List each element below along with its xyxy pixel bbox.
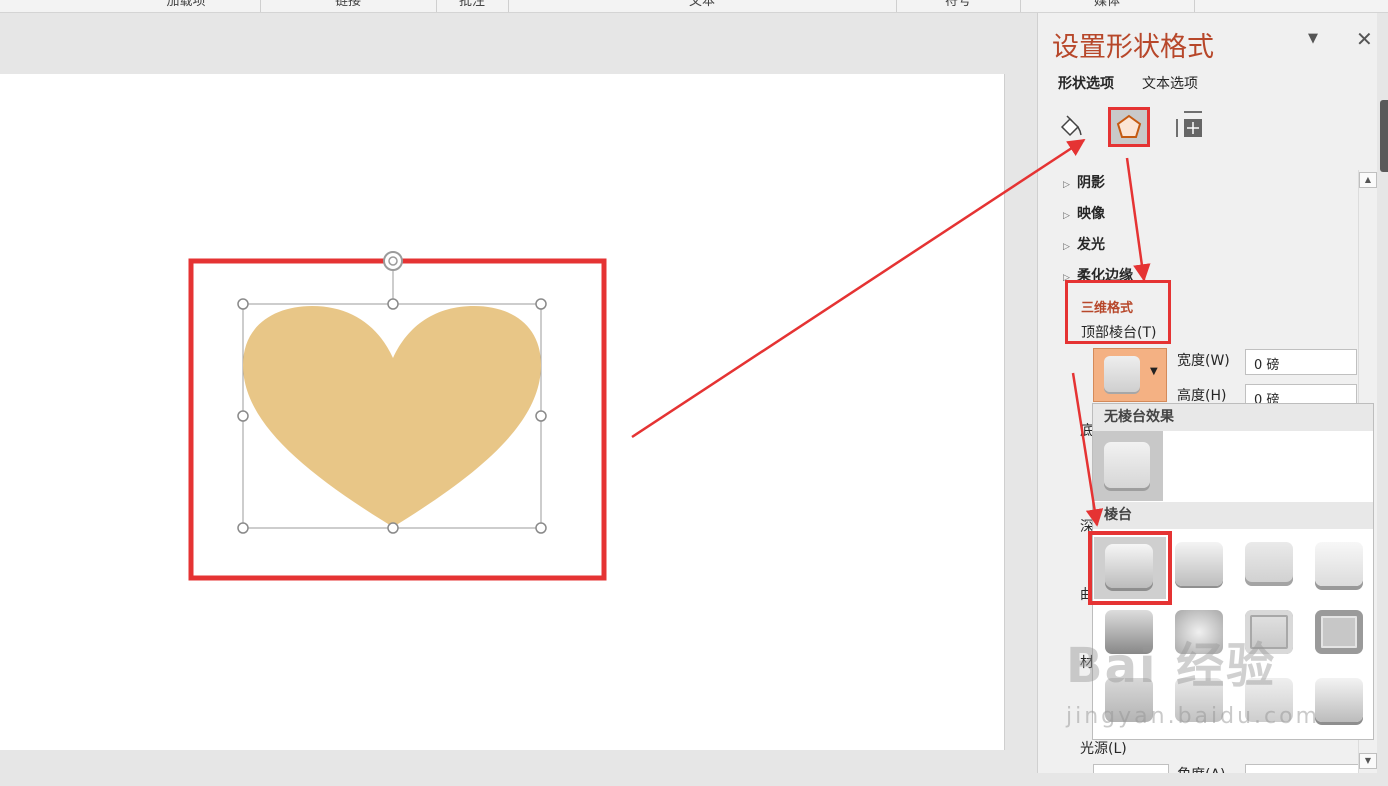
ribbon-group-symbols: 符号 <box>896 0 1021 12</box>
bevel-option-relaxed-inset[interactable] <box>1315 610 1363 654</box>
top-bevel-label: 顶部棱台(T) <box>1081 325 1157 341</box>
expand-triangle-icon: ▷ <box>1063 211 1070 221</box>
ribbon-group-bar: 加载项 链接 批注 文本 符号 媒体 <box>0 0 1388 13</box>
lighting-label: 光源(L) <box>1080 741 1127 757</box>
section-3d-format[interactable]: 三维格式 <box>1081 297 1133 316</box>
ribbon-group-addins: 加载项 <box>112 0 261 12</box>
section-glow[interactable]: ▷ 发光 <box>1063 234 1105 254</box>
category-icon-row <box>1058 107 1218 149</box>
section-reflection[interactable]: ▷ 映像 <box>1063 203 1105 223</box>
bevel-option-angle[interactable] <box>1245 542 1293 586</box>
width-label: 宽度(W) <box>1177 353 1230 369</box>
width-input[interactable]: 0 磅 <box>1245 349 1357 375</box>
bevel-header: 棱台 <box>1093 502 1373 529</box>
slide[interactable] <box>0 74 1005 751</box>
expand-triangle-icon: ▷ <box>1063 180 1070 190</box>
no-bevel-header: 无棱台效果 <box>1093 404 1373 431</box>
scroll-up-icon[interactable]: ▲ <box>1359 172 1377 188</box>
dropdown-arrow-icon: ▼ <box>1150 366 1158 377</box>
tab-shape-options[interactable]: 形状选项 <box>1058 73 1114 93</box>
effects-pentagon-icon[interactable] <box>1108 107 1150 147</box>
editing-canvas[interactable] <box>0 13 1036 786</box>
height-label: 高度(H) <box>1177 388 1227 404</box>
section-shadow-label: 阴影 <box>1077 175 1105 191</box>
size-properties-icon[interactable] <box>1176 111 1204 139</box>
section-glow-label: 发光 <box>1077 237 1105 253</box>
three-d-format-callout: 三维格式 顶部棱台(T) <box>1065 280 1171 344</box>
bevel-option-slant[interactable] <box>1175 542 1223 586</box>
baidu-watermark: Bai 经验 <box>1066 638 1277 694</box>
expand-triangle-icon: ▷ <box>1063 242 1070 252</box>
section-shadow[interactable]: ▷ 阴影 <box>1063 172 1105 192</box>
fill-line-icon[interactable] <box>1058 113 1084 139</box>
ribbon-group-comments: 批注 <box>436 0 509 12</box>
angle-input[interactable] <box>1245 764 1359 773</box>
scroll-down-icon[interactable]: ▼ <box>1359 753 1377 769</box>
selected-bevel-circle[interactable] <box>1088 531 1172 605</box>
top-bevel-dropdown[interactable]: ▼ <box>1093 348 1167 402</box>
close-icon[interactable]: ✕ <box>1356 27 1373 51</box>
tab-text-options[interactable]: 文本选项 <box>1142 73 1198 93</box>
ribbon-group-text: 文本 <box>508 0 897 12</box>
angle-label: 角度(A) <box>1177 764 1226 773</box>
ribbon-group-media: 媒体 <box>1020 0 1195 12</box>
baidu-watermark-url: jingyan.baidu.com <box>1066 704 1321 729</box>
no-bevel-option[interactable] <box>1093 431 1163 501</box>
bevel-preview-icon <box>1104 356 1140 392</box>
pane-options-chevron-down-icon[interactable]: ▼ <box>1308 31 1318 46</box>
pane-title: 设置形状格式 <box>1052 32 1214 63</box>
ribbon-group-links: 链接 <box>260 0 437 12</box>
section-reflection-label: 映像 <box>1077 206 1105 222</box>
lighting-dropdown[interactable] <box>1093 764 1169 773</box>
bevel-option-soft-round[interactable] <box>1315 542 1363 586</box>
canvas-bottom-strip <box>0 750 1036 786</box>
bevel-option-riblet[interactable] <box>1315 678 1363 722</box>
side-panel-tab[interactable] <box>1380 100 1388 172</box>
